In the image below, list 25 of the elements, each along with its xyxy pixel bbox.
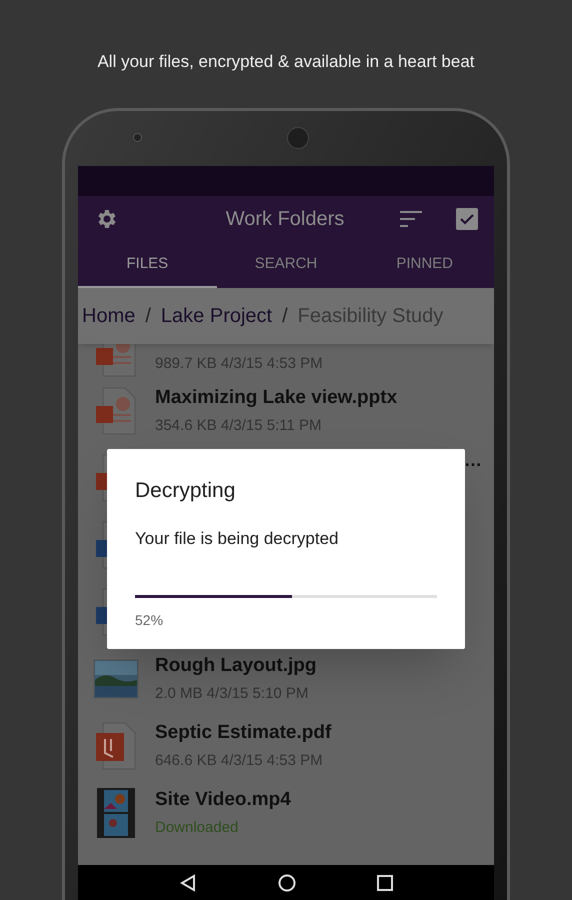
dialog-title: Decrypting xyxy=(135,478,236,504)
truncated-file-name: … xyxy=(464,448,482,472)
app-title: Work Folders xyxy=(224,207,346,232)
file-name: Site Video.mp4 xyxy=(155,788,291,812)
recents-icon[interactable] xyxy=(377,874,394,890)
speaker-icon xyxy=(287,126,309,148)
caption: All your files, encrypted & available in a heart beat xyxy=(97,51,475,73)
dialog-message: Your file is being decrypted xyxy=(135,528,340,550)
select-checkbox-icon[interactable] xyxy=(456,208,478,230)
breadcrumb-separator: / xyxy=(145,304,151,328)
file-name: Rough Layout.jpg xyxy=(155,654,316,678)
breadcrumb-link[interactable]: Lake Project xyxy=(160,300,272,330)
home-icon[interactable] xyxy=(278,874,296,892)
tab[interactable]: PINNED xyxy=(355,242,494,288)
breadcrumb-link[interactable]: Home xyxy=(82,300,136,330)
file-name: Septic Estimate.pdf xyxy=(155,721,332,745)
breadcrumb-separator: / xyxy=(282,304,288,328)
download-status: Downloaded xyxy=(155,818,240,838)
progress-percent: 52% xyxy=(135,610,164,630)
file-row[interactable]: Site Video.mp4 Downloaded xyxy=(78,780,494,846)
sort-icon[interactable] xyxy=(400,210,422,228)
tab[interactable]: SEARCH xyxy=(216,242,356,288)
file-name: Maximizing Lake view.pptx xyxy=(155,386,398,410)
camera-icon xyxy=(133,132,142,142)
back-icon[interactable] xyxy=(178,874,197,892)
